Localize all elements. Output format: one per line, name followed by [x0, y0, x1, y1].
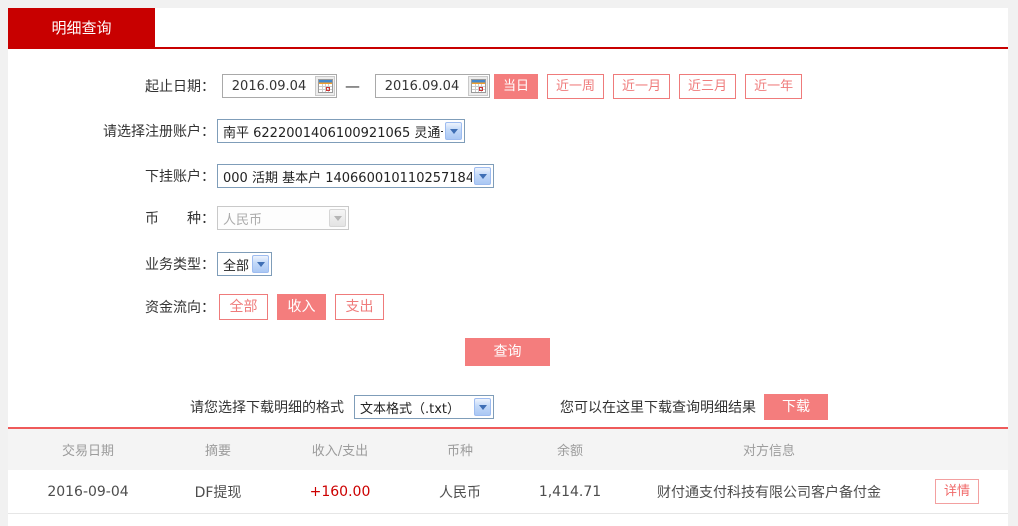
table-row: 2016-09-04 DF提现 +160.00 人民币 1,414.71 财付通…: [8, 470, 1008, 513]
register-account-value: 南平 6222001406100921065 灵通卡: [218, 122, 443, 141]
currency-label: 币 种：: [8, 208, 215, 228]
download-button[interactable]: 下载: [764, 394, 828, 420]
tab-underline: [8, 47, 1008, 49]
business-type-row: 业务类型： 全部: [8, 251, 1008, 277]
cell-amount: +160.00: [268, 484, 412, 500]
fund-flow-income-button[interactable]: 收入: [277, 294, 326, 320]
business-type-label: 业务类型：: [8, 254, 215, 274]
currency-row: 币 种： 人民币: [8, 205, 1008, 231]
calendar-icon[interactable]: [315, 76, 335, 96]
business-type-select[interactable]: 全部: [217, 252, 272, 276]
sub-account-label: 下挂账户：: [8, 166, 215, 186]
end-date-value: 2016.09.04: [376, 79, 468, 94]
tab-label: 明细查询: [51, 17, 111, 38]
start-date-input[interactable]: 2016.09.04: [222, 74, 337, 98]
download-format-select[interactable]: 文本格式（.txt）: [354, 395, 494, 419]
date-range-separator: —: [345, 77, 360, 95]
register-account-label: 请选择注册账户：: [8, 121, 215, 141]
header-income-expense: 收入/支出: [268, 440, 412, 459]
chevron-down-icon: [252, 255, 269, 273]
cell-currency: 人民币: [412, 482, 508, 502]
currency-value: 人民币: [218, 209, 327, 228]
sub-account-row: 下挂账户： 000 活期 基本户 1406600101102571848: [8, 163, 1008, 189]
fund-flow-label: 资金流向：: [8, 297, 215, 317]
sub-account-value: 000 活期 基本户 1406600101102571848: [218, 167, 472, 186]
cell-action: 详情: [906, 479, 1008, 504]
chevron-down-icon: [445, 122, 462, 140]
quick-button-last-three-months[interactable]: 近三月: [679, 74, 736, 99]
download-row: 请您选择下载明细的格式 文本格式（.txt） 您可以在这里下载查询明细结果 下载: [8, 394, 1008, 420]
content-panel: 明细查询 起止日期： 2016.09.04 — 2016: [8, 8, 1008, 526]
header-trade-date: 交易日期: [8, 440, 168, 459]
cell-summary: DF提现: [168, 482, 268, 502]
quick-date-buttons: 当日 近一周 近一月 近三月 近一年: [494, 74, 802, 99]
date-range-label: 起止日期：: [8, 76, 215, 96]
chevron-down-icon: [329, 209, 346, 227]
quick-button-last-month[interactable]: 近一月: [613, 74, 670, 99]
cell-trade-date: 2016-09-04: [8, 484, 168, 500]
download-format-label: 请您选择下载明细的格式: [190, 397, 344, 417]
download-format-value: 文本格式（.txt）: [355, 398, 472, 417]
quick-button-last-year[interactable]: 近一年: [745, 74, 802, 99]
tab-detail-query[interactable]: 明细查询: [8, 8, 155, 47]
business-type-value: 全部: [218, 255, 250, 274]
register-account-select[interactable]: 南平 6222001406100921065 灵通卡: [217, 119, 465, 143]
detail-button[interactable]: 详情: [935, 479, 979, 504]
header-summary: 摘要: [168, 440, 268, 459]
end-date-input[interactable]: 2016.09.04: [375, 74, 490, 98]
header-currency: 币种: [412, 440, 508, 459]
sub-account-select[interactable]: 000 活期 基本户 1406600101102571848: [217, 164, 494, 188]
calendar-icon[interactable]: [468, 76, 488, 96]
chevron-down-icon: [474, 398, 491, 416]
currency-select: 人民币: [217, 206, 349, 230]
quick-button-today[interactable]: 当日: [494, 74, 538, 99]
table-header: 交易日期 摘要 收入/支出 币种 余额 对方信息: [8, 429, 1008, 470]
header-balance: 余额: [508, 440, 632, 459]
register-account-row: 请选择注册账户： 南平 6222001406100921065 灵通卡: [8, 118, 1008, 144]
fund-flow-buttons: 全部 收入 支出: [219, 294, 384, 320]
download-hint: 您可以在这里下载查询明细结果: [560, 397, 756, 417]
chevron-down-icon: [474, 167, 491, 185]
header-counterparty: 对方信息: [632, 440, 906, 459]
fund-flow-all-button[interactable]: 全部: [219, 294, 268, 320]
query-button[interactable]: 查询: [465, 338, 550, 366]
cell-counterparty: 财付通支付科技有限公司客户备付金: [632, 482, 906, 502]
date-range-row: 起止日期： 2016.09.04 — 2016.09.04: [8, 72, 1008, 100]
quick-button-last-week[interactable]: 近一周: [547, 74, 604, 99]
fund-flow-row: 资金流向： 全部 收入 支出: [8, 293, 1008, 321]
cell-balance: 1,414.71: [508, 484, 632, 500]
start-date-value: 2016.09.04: [223, 79, 315, 94]
row-separator: [8, 513, 1008, 514]
fund-flow-expense-button[interactable]: 支出: [335, 294, 384, 320]
